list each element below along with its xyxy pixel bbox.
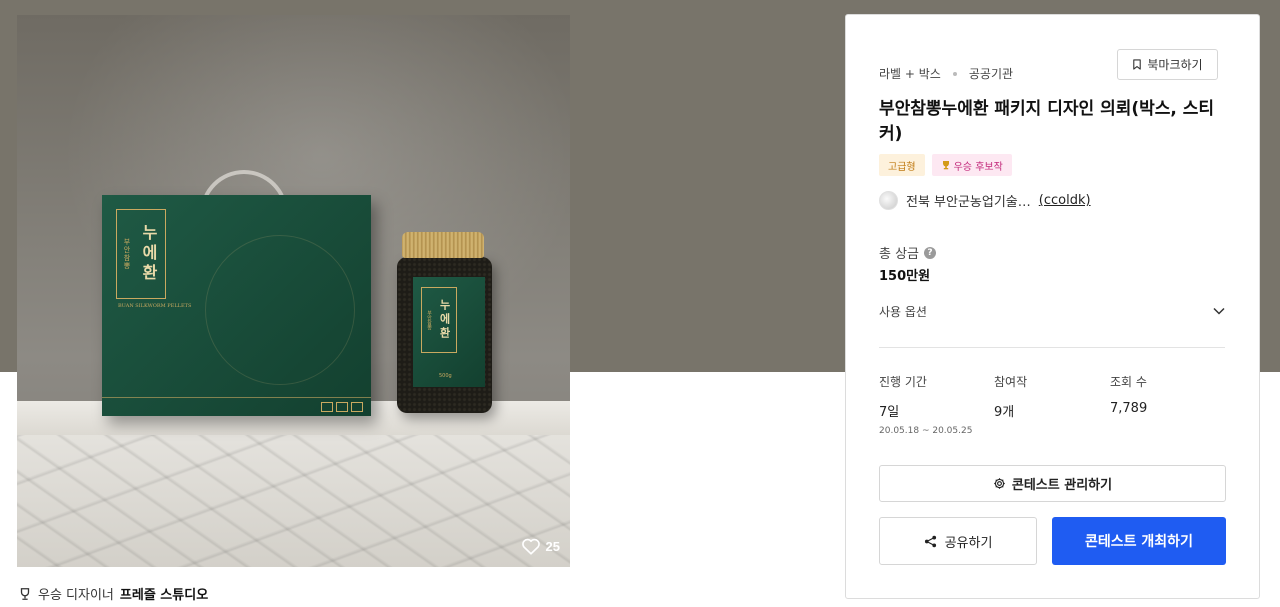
meta-separator [952, 71, 957, 76]
contest-meta: 라벨 + 박스 공공기관 [879, 65, 1013, 82]
like-button[interactable]: 25 [521, 537, 560, 555]
winner-prefix: 우승 디자이너 [38, 588, 114, 603]
avatar [879, 191, 898, 210]
premium-tag: 고급형 [879, 154, 925, 176]
candidate-tag-label: 우승 후보작 [953, 161, 1003, 173]
jar-lid [402, 232, 484, 258]
bookmark-button[interactable]: 북마크하기 [1117, 49, 1218, 80]
entries-label: 참여작 [994, 375, 1028, 389]
client-type: 공공기관 [968, 67, 1014, 81]
prize-value: 150만원 [879, 269, 931, 284]
organizer-name: 전북 부안군농업기술… [906, 195, 1031, 210]
box-label-big: 누에환 [139, 224, 158, 284]
chevron-down-icon [1213, 307, 1225, 315]
share-button[interactable]: 공유하기 [879, 517, 1037, 565]
box-label-small: 부안참뽕 [123, 238, 131, 270]
winner-studio-name[interactable]: 프레즐 스튜디오 [120, 584, 208, 603]
leaf-illustration [205, 235, 355, 385]
views-label: 조회 수 [1110, 375, 1147, 389]
bookmark-label: 북마크하기 [1147, 58, 1203, 72]
box-badges [321, 402, 363, 412]
stat-views: 조회 수 7,789 [1110, 373, 1147, 416]
prize-label-row: 총 상금 ? [879, 243, 937, 262]
share-label: 공유하기 [944, 535, 993, 551]
contest-title: 부안참뽕누에환 패키지 디자인 의뢰(박스, 스티커) [879, 99, 1215, 144]
prize-label: 총 상금 [879, 247, 920, 262]
help-icon[interactable]: ? [924, 246, 937, 259]
manage-contest-label: 콘테스트 관리하기 [1011, 478, 1113, 493]
jar-label: 부안참뽕 누에환 500g [413, 277, 485, 387]
organizer-handle-link[interactable]: (ccoldk) [1039, 193, 1091, 208]
jar-label-small: 부안참뽕 [426, 310, 432, 330]
options-label: 사용 옵션 [879, 304, 927, 319]
views-value: 7,789 [1110, 401, 1148, 416]
contest-hero-image[interactable]: 부안참뽕 누에환 BUAN SILKWORM PELLETS 부안참뽕 누에환 … [17, 15, 570, 567]
gear-icon [994, 478, 1005, 489]
period-value: 7일 [879, 405, 900, 420]
bookmark-icon [1133, 59, 1142, 70]
period-label: 진행 기간 [879, 375, 927, 389]
contest-info-card: 라벨 + 박스 공공기관 북마크하기 부안참뽕누에환 패키지 디자인 의뢰(박스… [845, 14, 1260, 599]
period-range: 20.05.18 ~ 20.05.25 [879, 426, 973, 436]
like-count: 25 [545, 538, 560, 554]
jar-label-frame: 부안참뽕 누에환 [421, 287, 457, 353]
jar-weight: 500g [439, 373, 452, 379]
jar-label-big: 누에환 [438, 299, 451, 341]
gift-box: 부안참뽕 누에환 BUAN SILKWORM PELLETS [102, 195, 371, 416]
stat-period: 진행 기간 7일 20.05.18 ~ 20.05.25 [879, 373, 972, 436]
options-dropdown[interactable]: 사용 옵션 [879, 301, 1225, 321]
manage-contest-button[interactable]: 콘테스트 관리하기 [879, 465, 1226, 502]
organizer-row: 전북 부안군농업기술… (ccoldk) [879, 191, 1091, 210]
box-gold-line [102, 397, 371, 398]
share-icon [924, 535, 936, 547]
contest-category: 라벨 + 박스 [879, 67, 941, 81]
stat-entries: 참여작 9개 [994, 373, 1027, 420]
box-english-text: BUAN SILKWORM PELLETS [118, 303, 192, 309]
trophy-small-icon [942, 161, 949, 170]
contest-tags: 고급형 우승 후보작 [879, 154, 1012, 176]
marble-pedestal-front [17, 420, 570, 567]
entries-value: 9개 [994, 405, 1015, 420]
trophy-icon [20, 587, 30, 600]
candidate-tag: 우승 후보작 [931, 154, 1012, 176]
box-label: 부안참뽕 누에환 [116, 209, 166, 299]
heart-icon [521, 538, 540, 555]
divider [879, 347, 1225, 348]
host-contest-button[interactable]: 콘테스트 개최하기 [1052, 517, 1226, 565]
winner-caption: 우승 디자이너 프레즐 스튜디오 [18, 584, 208, 603]
